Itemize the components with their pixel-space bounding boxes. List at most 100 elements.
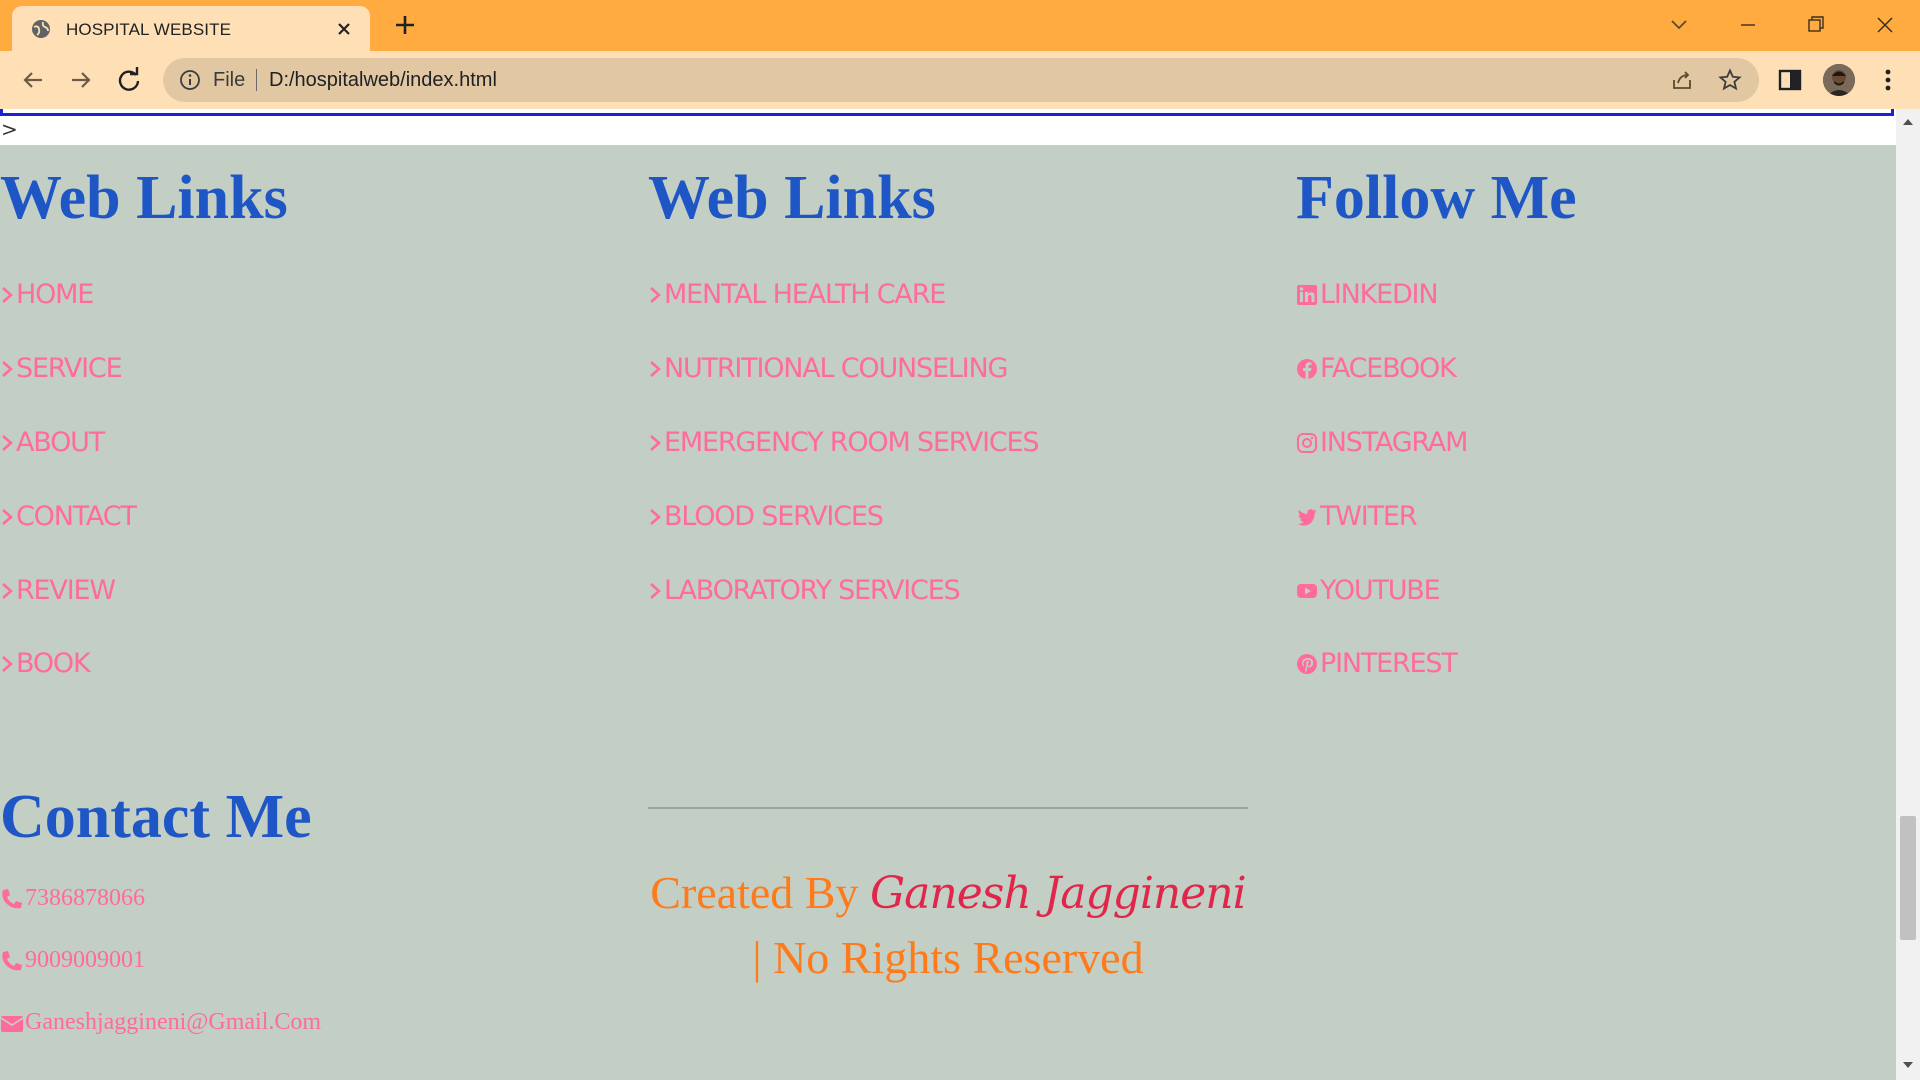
phone-icon <box>2 950 22 970</box>
link-label: TWITER <box>1320 501 1417 532</box>
link-label: MENTAL HEALTH CARE <box>664 279 946 310</box>
social-link-instagram[interactable]: INSTAGRAM <box>1296 427 1468 458</box>
stray-text: > <box>1 117 18 141</box>
link-label: LABORATORY SERVICES <box>664 575 961 606</box>
link-label: CONTACT <box>16 501 137 532</box>
page-viewport: > Web Links HOME SERVICE ABOUT CONTACT R… <box>0 109 1896 1080</box>
chevron-right-icon <box>2 360 13 377</box>
footer-link-contact[interactable]: CONTACT <box>0 501 137 532</box>
minimize-icon[interactable] <box>1733 10 1763 40</box>
youtube-icon <box>1297 583 1317 598</box>
social-link-linkedin[interactable]: LINKEDIN <box>1296 279 1439 310</box>
linkedin-icon <box>1297 284 1317 305</box>
chevron-right-icon <box>650 286 661 303</box>
facebook-icon <box>1297 358 1317 379</box>
link-label: YOUTUBE <box>1320 575 1441 606</box>
vertical-scrollbar[interactable] <box>1896 109 1920 1080</box>
scroll-down-arrow-icon[interactable] <box>1902 1060 1914 1070</box>
footer-column-web-links: Web Links HOME SERVICE ABOUT CONTACT REV… <box>0 164 288 679</box>
footer-link-blood-services[interactable]: BLOOD SERVICES <box>648 501 884 532</box>
pinterest-icon <box>1297 653 1317 674</box>
link-label: LINKEDIN <box>1320 279 1439 310</box>
address-bar[interactable]: File D:/hospitalweb/index.html <box>163 58 1759 102</box>
chevron-right-icon <box>650 508 661 525</box>
kebab-menu-icon[interactable] <box>1877 66 1899 94</box>
phone-number: 9009009001 <box>25 947 145 973</box>
browser-tab[interactable]: HOSPITAL WEBSITE <box>12 6 370 51</box>
social-link-twitter[interactable]: TWITER <box>1296 501 1417 532</box>
twitter-icon <box>1297 508 1317 526</box>
chevron-right-icon <box>2 508 13 525</box>
chevron-right-icon <box>2 286 13 303</box>
footer-link-about[interactable]: ABOUT <box>0 427 105 458</box>
credit-text: Created By Ganesh Jaggineni | No Rights … <box>648 861 1248 990</box>
header-border <box>0 109 1894 116</box>
link-label: BLOOD SERVICES <box>664 501 884 532</box>
scrollbar-thumb[interactable] <box>1900 816 1916 940</box>
close-window-icon[interactable] <box>1870 10 1900 40</box>
info-icon[interactable] <box>179 69 201 91</box>
back-icon[interactable] <box>18 65 48 95</box>
chevron-right-icon <box>2 434 13 451</box>
tab-search-icon[interactable] <box>1664 10 1694 40</box>
restore-icon[interactable] <box>1801 10 1831 40</box>
link-label: SERVICE <box>16 353 123 384</box>
link-label: EMERGENCY ROOM SERVICES <box>664 427 1040 458</box>
tab-title: HOSPITAL WEBSITE <box>66 20 232 39</box>
avatar-image-icon <box>1823 64 1855 96</box>
footer-link-laboratory-services[interactable]: LABORATORY SERVICES <box>648 575 961 606</box>
credit-prefix: Created By <box>650 867 859 918</box>
forward-icon[interactable] <box>66 65 96 95</box>
credit-author: Ganesh Jaggineni <box>869 868 1247 919</box>
link-label: PINTEREST <box>1320 648 1458 679</box>
column-heading: Follow Me <box>1296 164 1577 232</box>
footer-column-follow-me: Follow Me LINKEDIN FACEBOOK INSTAGRAM TW… <box>1296 164 1577 679</box>
column-heading: Web Links <box>648 164 936 232</box>
reload-icon[interactable] <box>114 65 144 95</box>
footer-link-mental-health-care[interactable]: MENTAL HEALTH CARE <box>648 279 946 310</box>
footer-link-review[interactable]: REVIEW <box>0 575 116 606</box>
close-tab-icon[interactable] <box>334 19 354 39</box>
phone-icon <box>2 888 22 908</box>
browser-toolbar: File D:/hospitalweb/index.html <box>0 51 1920 109</box>
link-label: ABOUT <box>16 427 105 458</box>
instagram-icon <box>1297 432 1317 453</box>
link-label: NUTRITIONAL COUNSELING <box>664 353 1008 384</box>
link-label: BOOK <box>16 648 91 679</box>
credit-suffix: | No Rights Reserved <box>752 932 1144 983</box>
contact-phone-2[interactable]: 9009009001 <box>0 947 145 974</box>
side-panel-icon[interactable] <box>1777 67 1803 93</box>
phone-number: 7386878066 <box>25 885 145 911</box>
envelope-icon <box>0 1015 24 1032</box>
column-heading: Web Links <box>0 164 288 232</box>
social-link-pinterest[interactable]: PINTEREST <box>1296 648 1458 679</box>
chevron-right-icon <box>2 582 13 599</box>
link-label: FACEBOOK <box>1320 353 1457 384</box>
share-icon[interactable] <box>1670 68 1694 92</box>
contact-email[interactable]: Ganeshjaggineni@Gmail.Com <box>0 1009 321 1036</box>
footer-link-emergency-room-services[interactable]: EMERGENCY ROOM SERVICES <box>648 427 1040 458</box>
contact-phone-1[interactable]: 7386878066 <box>0 885 145 912</box>
tab-strip: HOSPITAL WEBSITE <box>0 0 1920 51</box>
social-link-facebook[interactable]: FACEBOOK <box>1296 353 1457 384</box>
contact-section: Contact Me 7386878066 9009009001 Ganeshj… <box>0 783 321 1035</box>
link-label: REVIEW <box>16 575 116 606</box>
contact-heading: Contact Me <box>0 783 312 851</box>
globe-icon <box>32 20 50 38</box>
header-bottom-edge: > <box>0 109 1896 145</box>
footer-column-services: Web Links MENTAL HEALTH CARE NUTRITIONAL… <box>648 164 1040 606</box>
omnibox-separator <box>256 69 257 91</box>
footer-link-book[interactable]: BOOK <box>0 648 91 679</box>
scheme-label: File <box>213 69 246 91</box>
bookmark-star-icon[interactable] <box>1718 68 1742 92</box>
new-tab-icon[interactable] <box>392 12 418 38</box>
link-label: INSTAGRAM <box>1320 427 1468 458</box>
url-text[interactable]: D:/hospitalweb/index.html <box>269 69 497 92</box>
profile-avatar[interactable] <box>1823 64 1855 96</box>
footer-link-nutritional-counseling[interactable]: NUTRITIONAL COUNSELING <box>648 353 1008 384</box>
link-label: HOME <box>16 279 94 310</box>
social-link-youtube[interactable]: YOUTUBE <box>1296 575 1441 606</box>
footer-link-service[interactable]: SERVICE <box>0 353 123 384</box>
scroll-up-arrow-icon[interactable] <box>1902 117 1914 127</box>
footer-link-home[interactable]: HOME <box>0 279 94 310</box>
